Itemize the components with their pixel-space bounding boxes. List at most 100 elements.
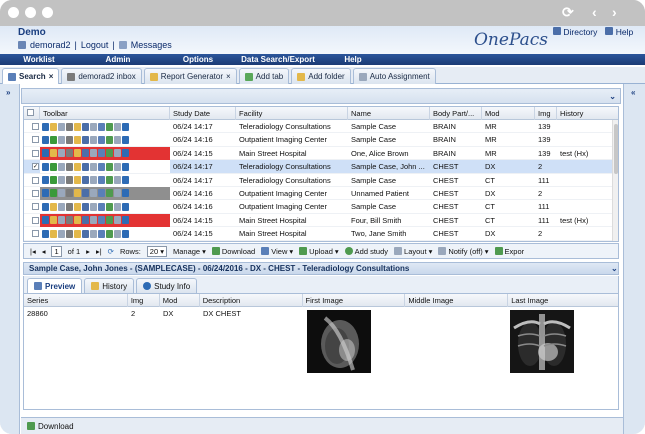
table-row[interactable]: 06/24 14:16 Outpatient Imaging Center Samp… xyxy=(24,133,618,147)
toolbar-action-icon[interactable] xyxy=(66,162,73,171)
toolbar-action-icon[interactable] xyxy=(74,122,81,131)
toolbar-action-icon[interactable] xyxy=(66,176,73,185)
toolbar-action-icon[interactable] xyxy=(58,202,65,211)
toolbar-action-icon[interactable] xyxy=(50,229,57,238)
next-page-icon[interactable]: ▸ xyxy=(86,247,90,256)
tab-report-generator[interactable]: Report Generator × xyxy=(143,68,237,84)
toolbar-action-icon[interactable] xyxy=(106,229,113,238)
forward-icon[interactable]: › xyxy=(612,4,617,20)
row-checkbox[interactable] xyxy=(32,149,39,157)
toolbar-action-icon[interactable] xyxy=(114,149,121,158)
table-row[interactable]: 06/24 14:16 Outpatient Imaging Center Samp… xyxy=(24,200,618,214)
toolbar-action-icon[interactable] xyxy=(58,162,65,171)
export-button[interactable]: Expor xyxy=(494,247,524,256)
toolbar-action-icon[interactable] xyxy=(66,216,73,225)
menu-data-search-export[interactable]: Data Search/Export xyxy=(238,54,318,65)
toolbar-action-icon[interactable] xyxy=(82,229,89,238)
table-row[interactable]: 06/24 14:15 Main Street Hospital One, Alic… xyxy=(24,146,618,161)
first-image-thumbnail[interactable] xyxy=(307,310,371,373)
logout-link[interactable]: Logout xyxy=(81,40,109,50)
row-checkbox[interactable]: ✓ xyxy=(32,163,39,171)
download-button[interactable]: Download xyxy=(211,247,255,256)
column-img[interactable]: Img xyxy=(535,107,557,120)
toolbar-action-icon[interactable] xyxy=(98,216,105,225)
toolbar-action-icon[interactable] xyxy=(82,122,89,131)
select-all-checkbox[interactable] xyxy=(27,109,34,116)
toolbar-action-icon[interactable] xyxy=(122,162,129,171)
toolbar-action-icon[interactable] xyxy=(98,122,105,131)
tab-add-tab[interactable]: Add tab xyxy=(238,68,290,84)
page-input[interactable]: 1 xyxy=(51,245,62,257)
toolbar-action-icon[interactable] xyxy=(74,176,81,185)
toolbar-action-icon[interactable] xyxy=(122,189,129,198)
toolbar-action-icon[interactable] xyxy=(90,176,97,185)
table-row[interactable]: ✓ 06/24 14:17 Teleradiology Consultations S… xyxy=(24,160,618,174)
toolbar-action-icon[interactable] xyxy=(90,122,97,131)
notify-button[interactable]: Notify (off) ▾ xyxy=(438,247,489,256)
toolbar-action-icon[interactable] xyxy=(50,202,57,211)
toolbar-action-icon[interactable] xyxy=(98,202,105,211)
toolbar-action-icon[interactable] xyxy=(66,135,73,144)
toolbar-action-icon[interactable] xyxy=(42,176,49,185)
toolbar-action-icon[interactable] xyxy=(98,189,105,198)
toolbar-action-icon[interactable] xyxy=(58,216,65,225)
help-link[interactable]: Help xyxy=(605,27,633,37)
toolbar-action-icon[interactable] xyxy=(106,216,113,225)
toolbar-action-icon[interactable] xyxy=(66,189,73,198)
toolbar-action-icon[interactable] xyxy=(58,122,65,131)
toolbar-action-icon[interactable] xyxy=(122,176,129,185)
toolbar-action-icon[interactable] xyxy=(74,216,81,225)
toolbar-action-icon[interactable] xyxy=(42,202,49,211)
toolbar-action-icon[interactable] xyxy=(98,149,105,158)
tab-add-folder[interactable]: Add folder xyxy=(291,68,351,84)
column-history[interactable]: History xyxy=(557,107,614,120)
window-dot-2[interactable] xyxy=(25,7,36,18)
toolbar-action-icon[interactable] xyxy=(42,162,49,171)
layout-button[interactable]: Layout ▾ xyxy=(394,247,432,256)
toolbar-action-icon[interactable] xyxy=(114,229,121,238)
toolbar-action-icon[interactable] xyxy=(82,149,89,158)
menu-help[interactable]: Help xyxy=(318,54,388,65)
row-checkbox[interactable] xyxy=(32,216,39,224)
column-body-part[interactable]: Body Part/... xyxy=(430,107,482,120)
bottom-download-button[interactable]: Download xyxy=(38,422,74,431)
chevron-down-icon[interactable]: ⌄ xyxy=(609,92,616,101)
row-checkbox[interactable] xyxy=(32,176,39,184)
expand-icon[interactable]: » xyxy=(6,88,10,97)
toolbar-action-icon[interactable] xyxy=(106,162,113,171)
toolbar-action-icon[interactable] xyxy=(58,229,65,238)
add-study-button[interactable]: Add study xyxy=(344,247,388,256)
row-checkbox[interactable] xyxy=(32,230,39,238)
tab-inbox[interactable]: demorad2 inbox xyxy=(61,68,142,84)
manage-button[interactable]: Manage ▾ xyxy=(173,247,206,256)
column-name[interactable]: Name xyxy=(348,107,430,120)
toolbar-action-icon[interactable] xyxy=(90,135,97,144)
window-dot-3[interactable] xyxy=(42,7,53,18)
messages-link[interactable]: Messages xyxy=(131,40,172,50)
toolbar-action-icon[interactable] xyxy=(82,189,89,198)
column-mod[interactable]: Mod xyxy=(482,107,535,120)
column-study-date[interactable]: Study Date xyxy=(170,107,236,120)
table-row[interactable]: 06/24 14:17 Teleradiology Consultations Sa… xyxy=(24,173,618,187)
tab-preview[interactable]: Preview xyxy=(27,278,83,293)
column-description[interactable]: Description xyxy=(200,294,303,307)
toolbar-action-icon[interactable] xyxy=(122,149,129,158)
toolbar-action-icon[interactable] xyxy=(106,122,113,131)
row-checkbox[interactable] xyxy=(32,136,39,144)
toolbar-action-icon[interactable] xyxy=(90,189,97,198)
toolbar-action-icon[interactable] xyxy=(58,149,65,158)
toolbar-action-icon[interactable] xyxy=(106,202,113,211)
toolbar-action-icon[interactable] xyxy=(42,149,49,158)
grid-scrollbar[interactable] xyxy=(612,120,618,241)
column-first-image[interactable]: First Image xyxy=(303,294,406,307)
toolbar-action-icon[interactable] xyxy=(122,216,129,225)
toolbar-action-icon[interactable] xyxy=(114,202,121,211)
toolbar-action-icon[interactable] xyxy=(122,135,129,144)
refresh-icon[interactable]: ⟳ xyxy=(108,247,114,256)
username[interactable]: demorad2 xyxy=(30,40,71,50)
table-row[interactable]: 06/24 14:17 Teleradiology Consultations Sa… xyxy=(24,120,618,134)
toolbar-action-icon[interactable] xyxy=(50,189,57,198)
toolbar-action-icon[interactable] xyxy=(58,135,65,144)
first-page-icon[interactable]: |◂ xyxy=(30,247,36,256)
collapse-icon[interactable]: « xyxy=(631,88,635,97)
